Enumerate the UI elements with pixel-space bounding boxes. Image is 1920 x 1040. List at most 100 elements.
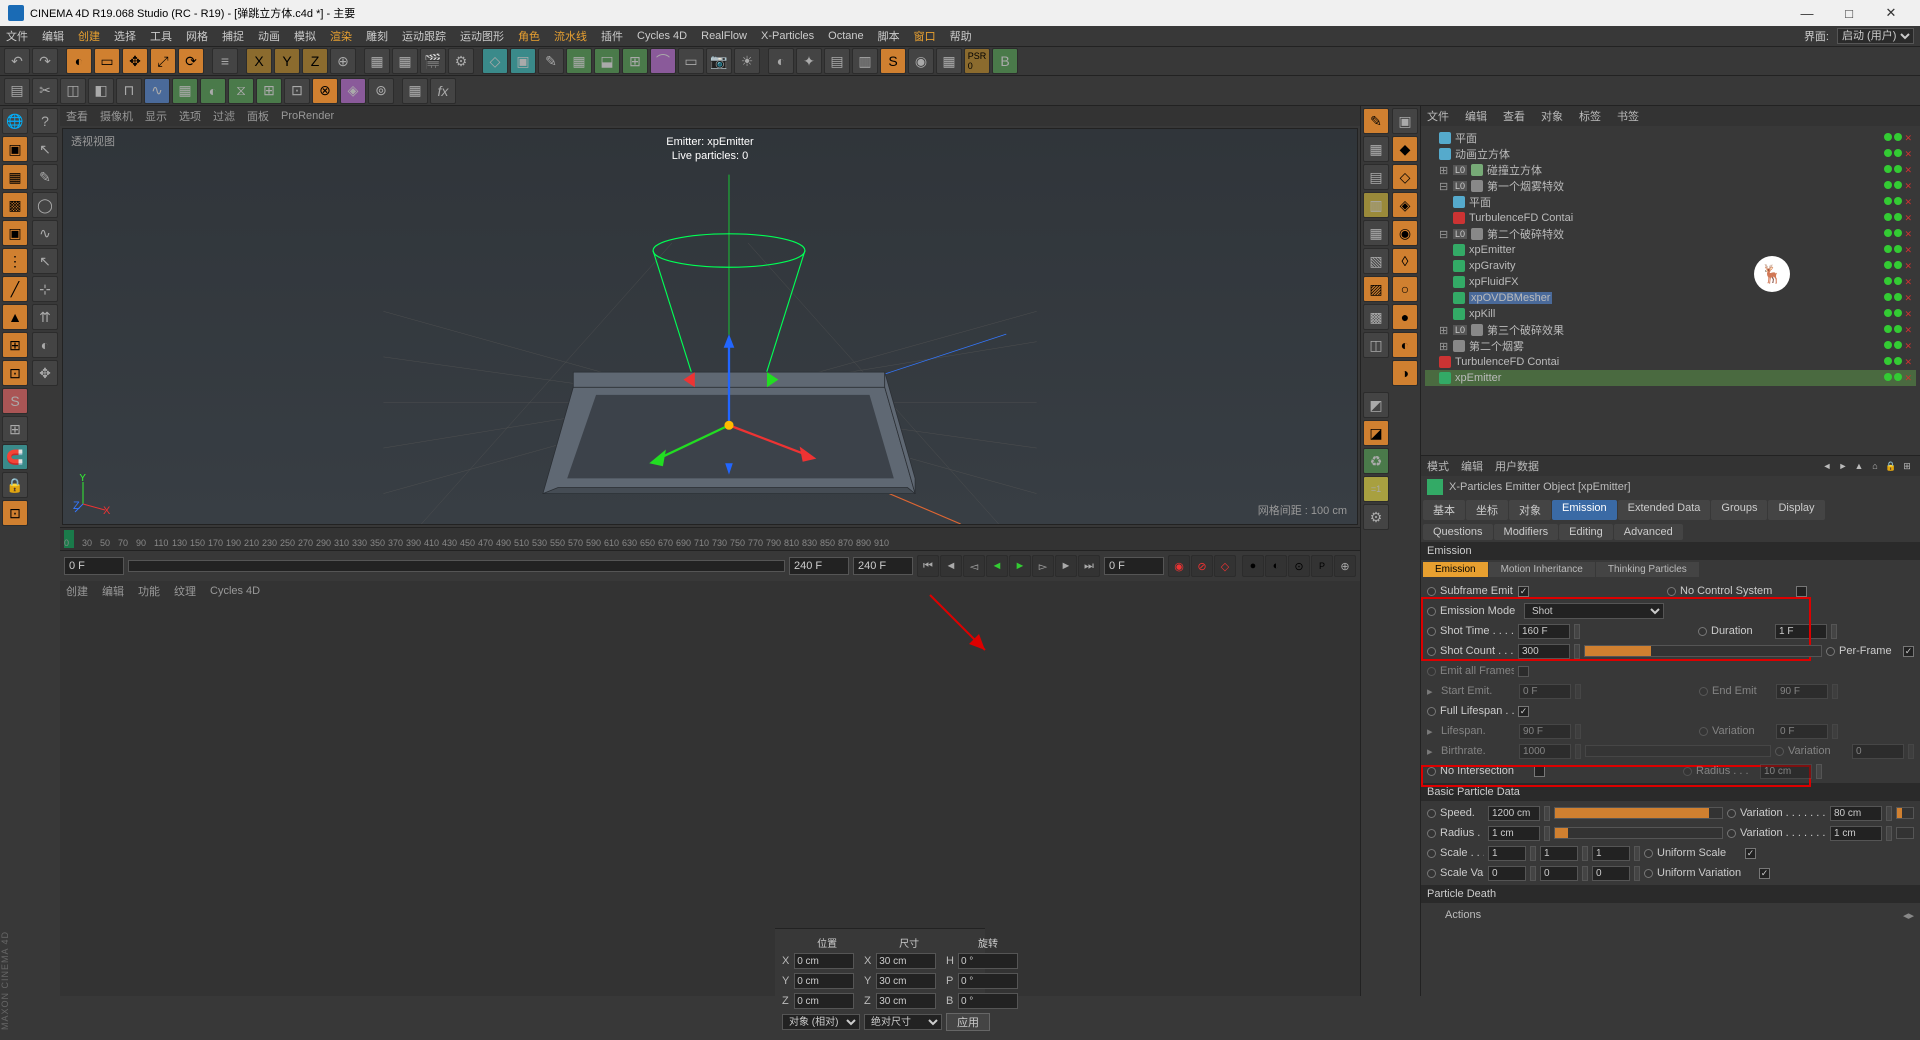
tab-coord[interactable]: 坐标	[1466, 500, 1508, 520]
duration-spinner[interactable]	[1831, 624, 1837, 639]
edge-mode-icon[interactable]: ╱	[2, 276, 28, 302]
sy-sp[interactable]	[1582, 846, 1588, 861]
end-emit-spinner[interactable]	[1832, 684, 1838, 699]
scale-z-field[interactable]	[1592, 846, 1630, 861]
scale-y-field[interactable]	[1540, 846, 1578, 861]
key-pos-icon[interactable]: ●	[1242, 555, 1264, 577]
hud-9-icon[interactable]: ◩	[1363, 392, 1389, 418]
extrude-icon[interactable]: ⬓	[594, 48, 620, 74]
end-frame-field[interactable]	[789, 557, 849, 575]
vtab-options[interactable]: 选项	[179, 108, 201, 124]
content-browser-icon[interactable]: ▦	[936, 48, 962, 74]
select-live-icon[interactable]: ◐	[66, 48, 92, 74]
rtb-5-icon[interactable]: ◉	[1392, 220, 1418, 246]
null-icon[interactable]: ◇	[482, 48, 508, 74]
rtb-3-icon[interactable]: ◇	[1392, 164, 1418, 190]
tab-object[interactable]: 对象	[1509, 500, 1551, 520]
rtb-9-icon[interactable]: ◐	[1392, 332, 1418, 358]
xp-emitter-icon[interactable]: ◐	[768, 48, 794, 74]
birthrate-field[interactable]	[1519, 744, 1571, 759]
size-mode-select[interactable]: 绝对尺寸	[864, 1014, 942, 1030]
render-region-icon[interactable]: ▦	[392, 48, 418, 74]
viewport[interactable]: 透视视图 Emitter: xpEmitterLive particles: 0	[62, 128, 1358, 525]
radius-var-slider[interactable]	[1896, 827, 1914, 839]
render-view-icon[interactable]: ▦	[364, 48, 390, 74]
menu-mograph[interactable]: 运动图形	[460, 28, 504, 44]
deformer-icon[interactable]: ◈	[340, 78, 366, 104]
help-icon[interactable]: ?	[32, 108, 58, 134]
workplane-icon[interactable]: ⊞	[2, 416, 28, 442]
otab-file[interactable]: 文件	[1427, 108, 1449, 124]
otab-view[interactable]: 查看	[1503, 108, 1525, 124]
menu-edit[interactable]: 编辑	[42, 28, 64, 44]
tree-row[interactable]: 动画立方体✕	[1425, 146, 1916, 162]
reset-psr-icon[interactable]: B	[992, 48, 1018, 74]
octane-live-icon[interactable]: ◉	[908, 48, 934, 74]
rtb-10-icon[interactable]: ◑	[1392, 360, 1418, 386]
start-emit-field[interactable]	[1519, 684, 1571, 699]
tree-row[interactable]: ⊞第二个烟雾✕	[1425, 338, 1916, 354]
subtab-thinking[interactable]: Thinking Particles	[1596, 562, 1699, 577]
tree-row[interactable]: 平面✕	[1425, 194, 1916, 210]
scale-icon[interactable]: ⤢	[150, 48, 176, 74]
menu-sculpt[interactable]: 雕刻	[366, 28, 388, 44]
pos-z-field[interactable]	[794, 993, 854, 1009]
tree-row[interactable]: ⊞L0第三个破碎效果✕	[1425, 322, 1916, 338]
play-fwd-icon[interactable]: ►	[1009, 555, 1031, 577]
speed-slider[interactable]	[1554, 807, 1723, 819]
menu-plugins[interactable]: 插件	[601, 28, 623, 44]
lifespan-field[interactable]	[1519, 724, 1571, 739]
menu-help[interactable]: 帮助	[950, 28, 972, 44]
radvar-spinner[interactable]	[1886, 826, 1892, 841]
attr-nav-lock[interactable]: 🔒	[1884, 459, 1898, 473]
window-minimize[interactable]: —	[1786, 0, 1828, 26]
speed-var-slider[interactable]	[1896, 807, 1914, 819]
chk-fulllife[interactable]: ✓	[1518, 706, 1529, 717]
frame-fwd-icon[interactable]: ▻	[1032, 555, 1054, 577]
atab-userdata[interactable]: 用户数据	[1495, 458, 1539, 474]
svy-sp[interactable]	[1582, 866, 1588, 881]
otab-edit[interactable]: 编辑	[1465, 108, 1487, 124]
rtb-8-icon[interactable]: ●	[1392, 304, 1418, 330]
speed-var-field[interactable]	[1830, 806, 1882, 821]
speed-spinner[interactable]	[1544, 806, 1550, 821]
cursor-icon[interactable]: ↖	[32, 136, 58, 162]
size-x-field[interactable]	[876, 953, 936, 969]
uv-polys-icon[interactable]: ⊡	[2, 360, 28, 386]
psr-icon[interactable]: PSR0	[964, 48, 990, 74]
bridge-icon[interactable]: ⊓	[116, 78, 142, 104]
soft-icon[interactable]: ◐	[32, 332, 58, 358]
linecut-icon[interactable]: ✂	[32, 78, 58, 104]
menu-xparticles[interactable]: X-Particles	[761, 30, 814, 42]
brush-icon[interactable]: ✎	[32, 164, 58, 190]
pos-y-field[interactable]	[794, 973, 854, 989]
timeline-scroll[interactable]	[128, 560, 785, 572]
vtab-view[interactable]: 查看	[66, 108, 88, 124]
globe-icon[interactable]: 🌐	[2, 108, 28, 134]
current-frame-field[interactable]	[1104, 557, 1164, 575]
tree-row[interactable]: ⊟L0第二个破碎特效✕	[1425, 226, 1916, 242]
key-rot-icon[interactable]: ⊙	[1288, 555, 1310, 577]
array-icon[interactable]: ⊞	[256, 78, 282, 104]
rotate-icon[interactable]: ⟳	[178, 48, 204, 74]
menu-select[interactable]: 选择	[114, 28, 136, 44]
tab-modifiers[interactable]: Modifiers	[1494, 524, 1559, 540]
texture-tag-icon[interactable]: S	[2, 388, 28, 414]
shot-count-slider[interactable]	[1584, 645, 1822, 657]
effector-icon[interactable]: ⊗	[312, 78, 338, 104]
redo-icon[interactable]: ↷	[32, 48, 58, 74]
tree-row[interactable]: ⊞L0碰撞立方体✕	[1425, 162, 1916, 178]
bevel-icon[interactable]: ◧	[88, 78, 114, 104]
rot-b-field[interactable]	[958, 993, 1018, 1009]
subdivision-icon[interactable]: ▦	[172, 78, 198, 104]
tree-row[interactable]: TurbulenceFD Contai✕	[1425, 354, 1916, 370]
birth-var-field[interactable]	[1852, 744, 1904, 759]
layout-select[interactable]: 启动 (用户)	[1837, 28, 1914, 44]
vtab-prorender[interactable]: ProRender	[281, 110, 334, 122]
select-rect-icon[interactable]: ▭	[94, 48, 120, 74]
radius-slider[interactable]	[1554, 827, 1723, 839]
attr-nav-home[interactable]: ⌂	[1868, 459, 1882, 473]
subtab-motion[interactable]: Motion Inheritance	[1489, 562, 1595, 577]
cube-icon[interactable]: ▣	[510, 48, 536, 74]
start-frame-field[interactable]	[64, 557, 124, 575]
